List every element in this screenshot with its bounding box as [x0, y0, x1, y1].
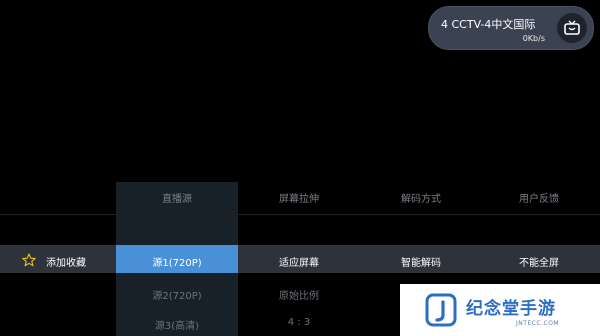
source-option-2[interactable]: 源2(720P) [116, 287, 238, 302]
network-speed: 0Kb/s [522, 34, 545, 43]
decode-option-smart[interactable]: 智能解码 [360, 254, 482, 269]
add-favorite-button[interactable]: 添加收藏 [46, 254, 86, 269]
stretch-option-fit[interactable]: 适应屏幕 [238, 254, 360, 269]
feedback-option-no-fullscreen[interactable]: 不能全屏 [478, 254, 600, 269]
source-option-3[interactable]: 源3(高清) [116, 317, 238, 332]
star-outline-icon[interactable] [22, 252, 36, 271]
channel-info-badge: 4 CCTV-4中文国际 0Kb/s [428, 6, 594, 50]
header-screen-stretch[interactable]: 屏幕拉伸 [238, 190, 360, 205]
stretch-option-original[interactable]: 原始比例 [238, 287, 360, 302]
header-divider [0, 214, 600, 215]
stretch-option-4-3[interactable]: 4 : 3 [238, 317, 360, 328]
header-user-feedback[interactable]: 用户反馈 [478, 190, 600, 205]
header-decode-mode[interactable]: 解码方式 [360, 190, 482, 205]
watermark: 纪念堂手游 JNTECC.COM [400, 284, 600, 336]
watermark-site: JNTECC.COM [516, 320, 560, 327]
header-live-source[interactable]: 直播源 [116, 190, 238, 205]
tv-icon[interactable] [557, 13, 587, 43]
watermark-logo-icon [424, 292, 458, 328]
channel-title: 4 CCTV-4中文国际 [441, 18, 536, 31]
source-option-1[interactable]: 源1(720P) [116, 254, 238, 269]
watermark-name: 纪念堂手游 [466, 299, 556, 319]
